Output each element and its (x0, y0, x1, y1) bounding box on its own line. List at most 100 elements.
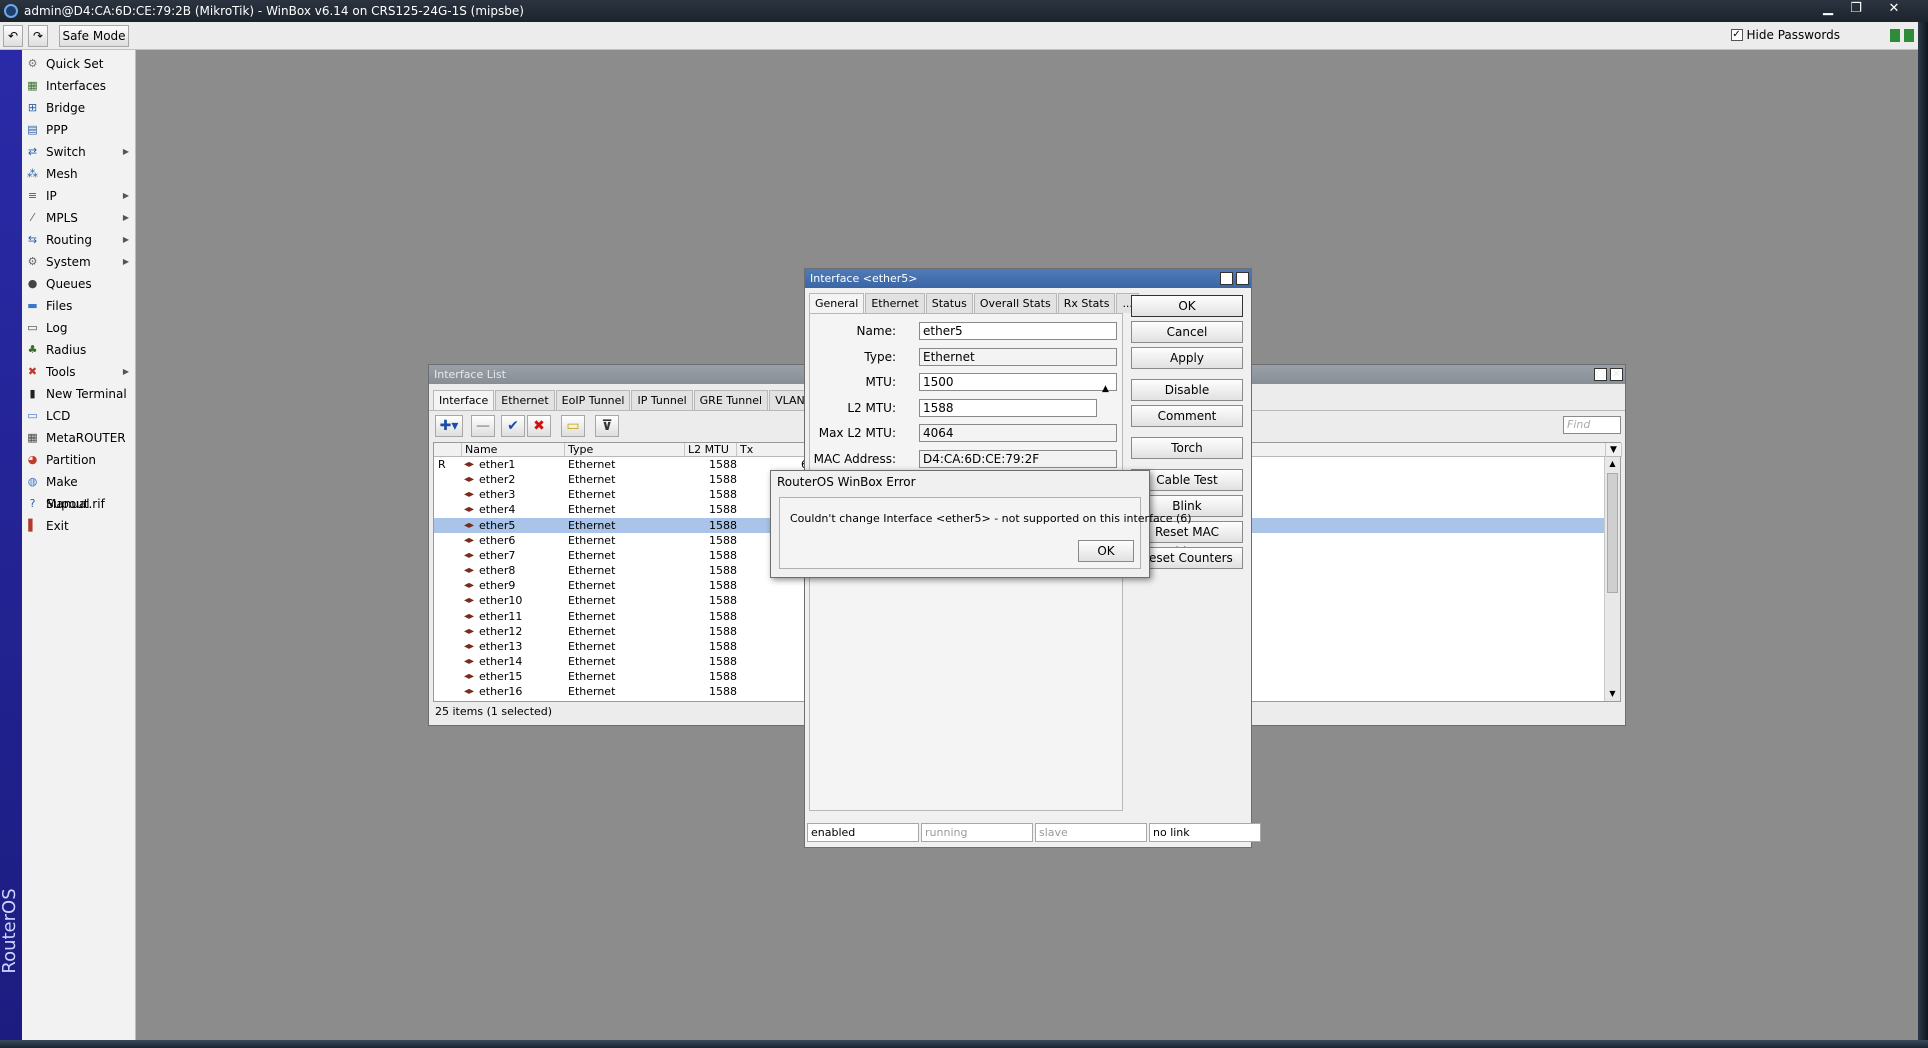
radius-icon: ♣ (27, 343, 38, 356)
label-mtu: MTU: (865, 375, 896, 389)
input-name[interactable]: ether5 (919, 322, 1117, 340)
minimize-icon[interactable]: ▁ (1814, 0, 1842, 18)
flag-column-header[interactable] (434, 443, 462, 457)
comment-button[interactable]: Comment (1131, 405, 1243, 427)
menu-item-label: MetaROUTER (46, 431, 126, 445)
apply-button[interactable]: Apply (1131, 347, 1243, 369)
cancel-button[interactable]: Cancel (1131, 321, 1243, 343)
menu-item-radius[interactable]: ♣ Radius (22, 339, 135, 361)
status-enabled: enabled (807, 823, 919, 842)
column-chooser-icon[interactable]: ▼ (1606, 443, 1622, 457)
error-ok-button[interactable]: OK (1078, 540, 1134, 562)
tab-status[interactable]: Status (925, 293, 973, 313)
maximize-icon[interactable]: □ (1220, 272, 1233, 285)
tools-icon: ✖ (27, 365, 38, 378)
menu-item-make-supout-rif[interactable]: ◍ Make Supout.rif (22, 471, 135, 511)
menu-item-routing[interactable]: ⇆ Routing ▶ (22, 229, 135, 251)
menu-item-queues[interactable]: ● Queues (22, 273, 135, 295)
tab-general[interactable]: General (809, 293, 865, 314)
submenu-arrow-icon: ▶ (122, 147, 129, 156)
menu-item-label: Bridge (46, 101, 86, 115)
add-icon[interactable]: ✚▾ (435, 415, 463, 437)
tab-ip-tunnel[interactable]: IP Tunnel (631, 390, 693, 410)
input-l2-mtu[interactable]: 1588 (919, 398, 1097, 417)
menu-item-files[interactable]: ▬ Files (22, 295, 135, 317)
menu-item-ip[interactable]: ≡ IP ▶ (22, 185, 135, 207)
row-l2mtu: 1588 (709, 548, 737, 562)
column-header-type[interactable]: Type (565, 443, 685, 457)
scroll-down-icon[interactable]: ▼ (1605, 687, 1620, 701)
ethernet-interface-icon: ◂▸ (464, 686, 475, 698)
row-type: Ethernet (568, 518, 616, 532)
row-type: Ethernet (568, 548, 616, 562)
input-mtu[interactable]: 1500 (919, 373, 1117, 391)
comment-icon[interactable]: ▭ (561, 415, 585, 437)
menu-item-bridge[interactable]: ⊞ Bridge (22, 97, 135, 119)
hide-passwords-toggle[interactable]: ✓ Hide Passwords (1730, 28, 1840, 42)
menu-item-lcd[interactable]: ▭ LCD (22, 405, 135, 427)
menu-item-switch[interactable]: ⇄ Switch ▶ (22, 141, 135, 163)
input-mac-address[interactable]: D4:CA:6D:CE:79:2F (919, 449, 1117, 468)
menu-item-log[interactable]: ▭ Log (22, 317, 135, 339)
close-icon[interactable]: ✕ (1880, 0, 1908, 18)
undo-icon[interactable]: ↶ (3, 25, 23, 47)
tab-ethernet[interactable]: Ethernet (865, 293, 925, 313)
ethernet-interface-icon: ◂▸ (464, 504, 475, 516)
enable-icon[interactable]: ✔ (501, 415, 525, 437)
files-icon: ▬ (27, 299, 38, 312)
scrollbar-thumb[interactable] (1607, 473, 1618, 593)
remove-icon[interactable]: — (471, 415, 495, 437)
menu-item-mesh[interactable]: ⁂ Mesh (22, 163, 135, 185)
menu-item-new-terminal[interactable]: ▮ New Terminal (22, 383, 135, 405)
input-max-l2-mtu[interactable]: 4064 (919, 424, 1117, 442)
menu-item-quick-set[interactable]: ⚙ Quick Set (22, 53, 135, 75)
row-l2mtu: 1588 (709, 473, 737, 487)
ethernet-interface-icon: ◂▸ (464, 610, 475, 622)
column-header-name[interactable]: Name (462, 443, 565, 457)
row-name: ether12 (479, 624, 523, 638)
tab-interface[interactable]: Interface (433, 390, 495, 411)
menu-item-mpls[interactable]: ⁄ MPLS ▶ (22, 207, 135, 229)
row-l2mtu: 1588 (709, 594, 737, 608)
maximize-icon[interactable]: □ (1594, 368, 1607, 381)
vertical-scrollbar[interactable]: ▲ ▼ (1604, 457, 1620, 701)
tab-eoip-tunnel[interactable]: EoIP Tunnel (555, 390, 631, 410)
hide-passwords-checkbox[interactable]: ✓ (1730, 29, 1743, 41)
close-icon[interactable]: ✕ (1610, 368, 1623, 381)
interface-dialog-title-bar[interactable]: Interface <ether5> □ ✕ (805, 269, 1251, 288)
error-dialog-body: Couldn't change Interface <ether5> - not… (779, 497, 1192, 569)
menu-item-metarouter[interactable]: ▦ MetaROUTER (22, 427, 135, 449)
tab-ethernet[interactable]: Ethernet (495, 390, 555, 410)
item-count: 25 items (1 selected) (435, 705, 553, 718)
disable-icon[interactable]: ✖ (527, 415, 551, 437)
menu-item-ppp[interactable]: ▤ PPP (22, 119, 135, 141)
menu-item-exit[interactable]: ▌ Exit (22, 515, 135, 537)
menu-item-interfaces[interactable]: ▦ Interfaces (22, 75, 135, 97)
submenu-arrow-icon: ▶ (122, 235, 129, 244)
menu-item-system[interactable]: ⚙ System ▶ (22, 251, 135, 273)
menu-item-manual[interactable]: ? Manual (22, 493, 135, 515)
torch-button[interactable]: Torch (1131, 437, 1243, 459)
disable-button[interactable]: Disable (1131, 379, 1243, 401)
tab-overall-stats[interactable]: Overall Stats (973, 293, 1057, 313)
input-type[interactable]: Ethernet (919, 347, 1117, 366)
row-name: ether10 (479, 594, 523, 608)
menu-item-partition[interactable]: ◕ Partition (22, 449, 135, 471)
interface-dialog-title: Interface <ether5> (810, 272, 918, 285)
ok-button[interactable]: OK (1131, 295, 1243, 317)
row-l2mtu: 1588 (709, 609, 737, 623)
scroll-up-icon[interactable]: ▲ (1605, 457, 1620, 471)
column-header-l2mtu[interactable]: L2 MTU (685, 443, 737, 457)
close-icon[interactable]: ✕ (1236, 272, 1249, 285)
collapse-l2mtu-icon[interactable]: ▲ (1102, 384, 1109, 394)
maximize-icon[interactable]: ❐ (1842, 0, 1870, 18)
tab-rx-stats[interactable]: Rx Stats (1057, 293, 1116, 313)
row-type: Ethernet (568, 458, 616, 471)
find-input[interactable]: Find (1563, 416, 1621, 434)
label-type: Type: (864, 349, 896, 364)
menu-item-tools[interactable]: ✖ Tools ▶ (22, 361, 135, 383)
redo-icon[interactable]: ↷ (28, 25, 48, 47)
tab-gre-tunnel[interactable]: GRE Tunnel (693, 390, 769, 410)
safe-mode-button[interactable]: Safe Mode (59, 25, 129, 47)
filter-icon[interactable]: ⊽ (595, 415, 619, 437)
